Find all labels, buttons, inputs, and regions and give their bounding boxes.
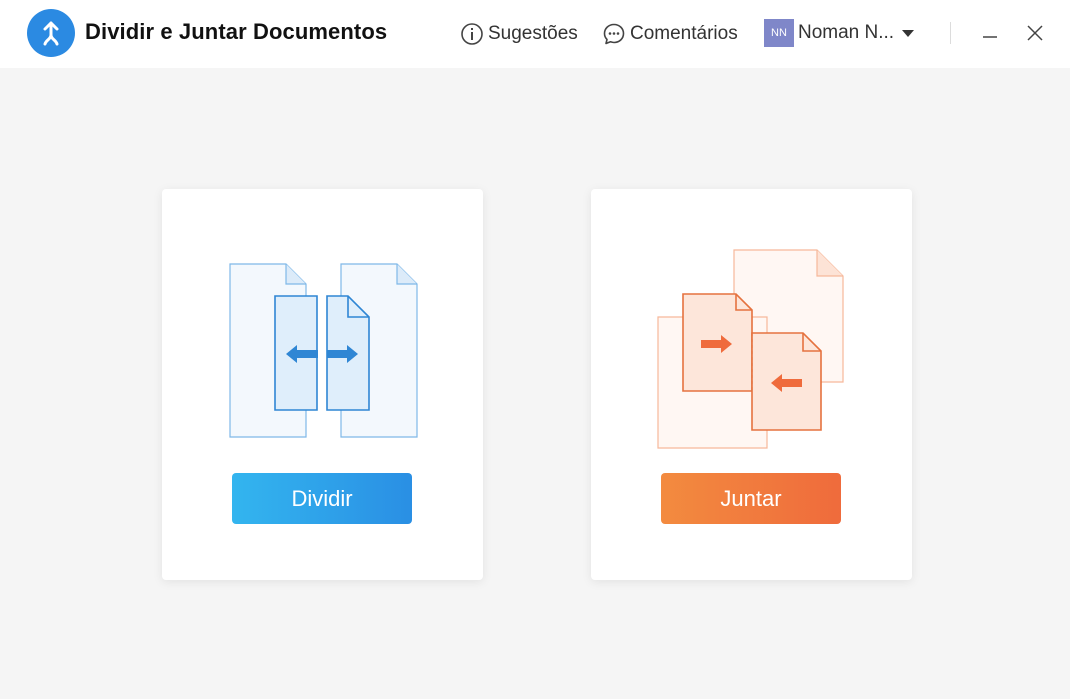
comments-link[interactable]: Comentários [602,20,738,48]
user-name: Noman N... [798,22,895,43]
close-icon [1027,25,1043,41]
avatar: NN [764,19,794,47]
info-icon [460,22,484,46]
divider [950,22,951,44]
suggestions-label: Sugestões [488,23,578,44]
suggestions-link[interactable]: Sugestões [460,20,578,48]
split-document-icon [229,263,418,438]
minimize-button[interactable] [977,20,1003,46]
chevron-down-icon [902,29,915,37]
split-button[interactable]: Dividir [232,473,412,524]
close-button[interactable] [1022,20,1048,46]
title-bar: Dividir e Juntar Documentos Sugestões Co… [0,0,1070,68]
app-logo-icon [27,9,75,57]
comments-label: Comentários [630,23,738,44]
split-card[interactable]: Dividir [162,189,483,580]
chat-bubble-icon [602,22,626,46]
minimize-icon [983,36,997,38]
merge-document-icon [657,249,844,449]
app-title: Dividir e Juntar Documentos [85,19,388,44]
merge-button[interactable]: Juntar [661,473,841,524]
merge-card[interactable]: Juntar [591,189,912,580]
user-menu[interactable]: NN Noman N... [764,19,915,47]
